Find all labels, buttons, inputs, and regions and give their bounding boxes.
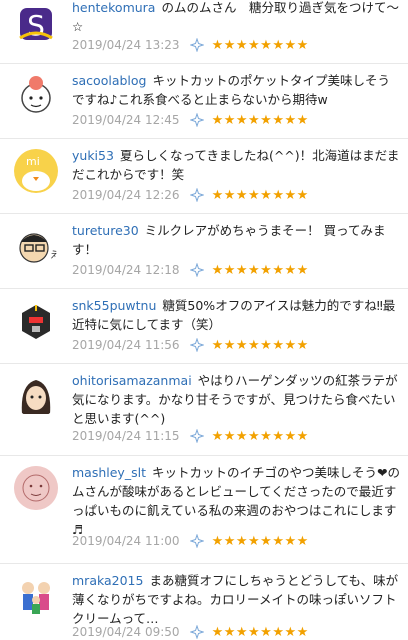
comment-username[interactable]: mashley_slt — [72, 465, 146, 480]
svg-text:S: S — [27, 9, 45, 42]
comment-item: snk55puwtnu 糖質50%オフのアイスは魅力的ですね‼︎最近特に気にしてま… — [0, 289, 408, 364]
avatar-robot-icon — [22, 305, 50, 339]
comment-meta: 2019/04/24 11:15 ★★★★★★★★ — [72, 428, 309, 444]
comment-meta: 2019/04/24 09:50 ★★★★★★★★ — [72, 624, 309, 640]
comment-username[interactable]: sacoolablog — [72, 73, 146, 88]
comment-text-block: mashley_slt キットカットのイチゴのやつ美味しそう❤のムさんが酸味がある… — [72, 463, 400, 539]
comment-item: mraka2015 まあ糖質オフにしちゃうとどうしても、味が薄くなりがちですよね。… — [0, 564, 408, 640]
comment-username[interactable]: yuki53 — [72, 148, 114, 163]
comment-item: え tureture30 ミルクレアがめちゃうまそー！ 買ってみます！ 2019/… — [0, 214, 408, 289]
rating-stars: ★★★★★★★★ — [211, 262, 309, 278]
comment-text-block: tureture30 ミルクレアがめちゃうまそー！ 買ってみます！ — [72, 221, 400, 259]
comment-username[interactable]: mraka2015 — [72, 573, 143, 588]
avatar-family-icon — [22, 582, 50, 614]
comment-item: sacoolablog キットカットのポケットタイプ美味しそうですね♪これ系食べる… — [0, 64, 408, 139]
sparkle-icon — [189, 188, 204, 202]
avatar-chick-icon: mi — [14, 149, 58, 193]
sparkle-icon — [189, 338, 204, 352]
comment-meta: 2019/04/24 13:23 ★★★★★★★★ — [72, 37, 309, 53]
svg-text:え: え — [50, 250, 58, 261]
comment-text-block: ohitorisamazanmai やはりハーゲンダッツの紅茶ラテが気になります。… — [72, 371, 400, 428]
avatar-logo-icon: S — [19, 8, 53, 42]
sparkle-icon — [189, 113, 204, 127]
rating-stars: ★★★★★★★★ — [211, 624, 309, 640]
avatar[interactable] — [14, 374, 58, 418]
rating-stars: ★★★★★★★★ — [211, 112, 309, 128]
comment-date: 2019/04/24 13:23 — [72, 38, 180, 52]
comment-username[interactable]: ohitorisamazanmai — [72, 373, 192, 388]
avatar[interactable] — [14, 299, 58, 343]
avatar[interactable] — [14, 74, 58, 118]
sparkle-icon — [189, 263, 204, 277]
comment-text-block: hentekomura のムのムさん 糖分取り過ぎ気をつけて〜☆ — [72, 0, 400, 36]
rating-stars: ★★★★★★★★ — [211, 428, 309, 444]
comment-meta: 2019/04/24 11:00 ★★★★★★★★ — [72, 533, 309, 549]
comment-meta: 2019/04/24 11:56 ★★★★★★★★ — [72, 337, 309, 353]
comment-text-block: yuki53 夏らしくなってきましたね(^^)！北海道はまだまだこれからです！笑 — [72, 146, 400, 184]
avatar[interactable]: え — [14, 224, 58, 268]
comment-item: mi yuki53 夏らしくなってきましたね(^^)！北海道はまだまだこれからです… — [0, 139, 408, 214]
rating-stars: ★★★★★★★★ — [211, 337, 309, 353]
avatar[interactable]: S — [14, 2, 58, 46]
comment-date: 2019/04/24 11:15 — [72, 429, 180, 443]
comment-meta: 2019/04/24 12:45 ★★★★★★★★ — [72, 112, 309, 128]
comment-text-block: mraka2015 まあ糖質オフにしちゃうとどうしても、味が薄くなりがちですよね。… — [72, 571, 400, 628]
rating-stars: ★★★★★★★★ — [211, 533, 309, 549]
svg-text:mi: mi — [26, 155, 40, 168]
sparkle-icon — [189, 534, 204, 548]
comment-meta: 2019/04/24 12:18 ★★★★★★★★ — [72, 262, 309, 278]
comment-username[interactable]: tureture30 — [72, 223, 139, 238]
rating-stars: ★★★★★★★★ — [211, 187, 309, 203]
comment-item: mashley_slt キットカットのイチゴのやつ美味しそう❤のムさんが酸味がある… — [0, 456, 408, 564]
comment-username[interactable]: hentekomura — [72, 0, 155, 15]
avatar-girl-icon — [21, 380, 51, 414]
rating-stars: ★★★★★★★★ — [211, 37, 309, 53]
comment-username[interactable]: snk55puwtnu — [72, 298, 156, 313]
comment-date: 2019/04/24 12:26 — [72, 188, 180, 202]
comment-date: 2019/04/24 11:00 — [72, 534, 180, 548]
avatar[interactable]: mi — [14, 149, 58, 193]
comment-item: S hentekomura のムのムさん 糖分取り過ぎ気をつけて〜☆ 2019/0… — [0, 0, 408, 64]
comment-date: 2019/04/24 12:18 — [72, 263, 180, 277]
sparkle-icon — [189, 38, 204, 52]
avatar[interactable] — [14, 574, 58, 618]
comment-meta: 2019/04/24 12:26 ★★★★★★★★ — [72, 187, 309, 203]
comment-date: 2019/04/24 09:50 — [72, 625, 180, 639]
sparkle-icon — [189, 625, 204, 639]
comment-text-block: snk55puwtnu 糖質50%オフのアイスは魅力的ですね‼︎最近特に気にしてま… — [72, 296, 400, 334]
avatar-glasses-man-icon: え — [19, 233, 58, 263]
comment-text-block: sacoolablog キットカットのポケットタイプ美味しそうですね♪これ系食べる… — [72, 71, 400, 109]
comment-item: ohitorisamazanmai やはりハーゲンダッツの紅茶ラテが気になります。… — [0, 364, 408, 456]
avatar-sketch-face-icon — [14, 466, 58, 510]
comment-date: 2019/04/24 11:56 — [72, 338, 180, 352]
comment-date: 2019/04/24 12:45 — [72, 113, 180, 127]
avatar-face-icon — [21, 76, 51, 113]
comment-body: 夏らしくなってきましたね(^^)！北海道はまだまだこれからです！笑 — [72, 148, 400, 182]
sparkle-icon — [189, 429, 204, 443]
avatar[interactable] — [14, 466, 58, 510]
